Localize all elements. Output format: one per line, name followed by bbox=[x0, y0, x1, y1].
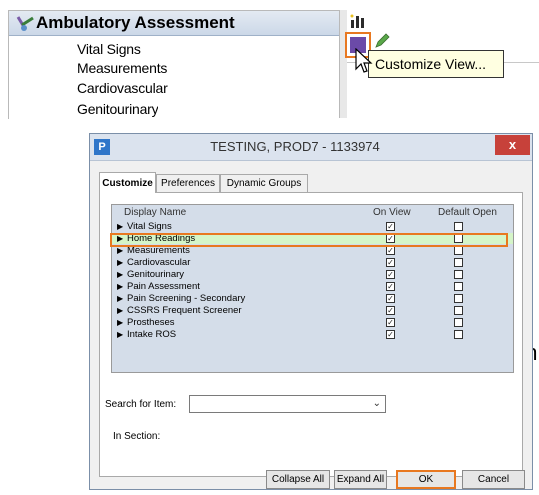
table-row[interactable]: ▶ Pain Assessment ✓ bbox=[112, 281, 513, 292]
default-open-checkbox[interactable] bbox=[454, 246, 463, 255]
pencil-icon[interactable] bbox=[374, 33, 390, 49]
expand-arrow-icon[interactable]: ▶ bbox=[117, 221, 123, 232]
collapse-all-button[interactable]: Collapse All bbox=[266, 470, 330, 489]
chart-icon[interactable] bbox=[350, 14, 366, 28]
on-view-checkbox[interactable]: ✓ bbox=[386, 222, 395, 231]
table-row[interactable]: ▶ Prostheses ✓ bbox=[112, 317, 513, 328]
table-row[interactable]: ▶ Cardiovascular ✓ bbox=[112, 257, 513, 268]
on-view-checkbox[interactable]: ✓ bbox=[386, 282, 395, 291]
column-header-default-open[interactable]: Default Open bbox=[438, 207, 497, 218]
on-view-checkbox[interactable]: ✓ bbox=[386, 246, 395, 255]
on-view-checkbox[interactable]: ✓ bbox=[386, 330, 395, 339]
tab-dynamic-groups[interactable]: Dynamic Groups bbox=[220, 174, 308, 192]
row-label: CSSRS Frequent Screener bbox=[127, 305, 242, 316]
on-view-checkbox[interactable]: ✓ bbox=[386, 258, 395, 267]
row-label: Cardiovascular bbox=[127, 257, 191, 268]
on-view-checkbox[interactable]: ✓ bbox=[386, 318, 395, 327]
search-label: Search for Item: bbox=[105, 399, 177, 410]
table-row[interactable]: ▶ Pain Screening - Secondary ✓ bbox=[112, 293, 513, 304]
expand-all-button[interactable]: Expand All bbox=[334, 470, 387, 489]
default-open-checkbox[interactable] bbox=[454, 222, 463, 231]
stethoscope-icon bbox=[16, 16, 34, 31]
dialog-titlebar[interactable]: P TESTING, PROD7 - 1133974 x bbox=[90, 134, 532, 161]
default-open-checkbox[interactable] bbox=[454, 270, 463, 279]
category-title: Ambulatory Assessment bbox=[36, 13, 235, 32]
dialog-title: TESTING, PROD7 - 1133974 bbox=[210, 139, 380, 154]
close-button[interactable]: x bbox=[495, 135, 530, 155]
expand-arrow-icon[interactable]: ▶ bbox=[117, 269, 123, 280]
table-row[interactable]: ▶ Intake ROS ✓ bbox=[112, 329, 513, 340]
expand-arrow-icon[interactable]: ▶ bbox=[117, 257, 123, 268]
ok-button[interactable]: OK bbox=[396, 470, 456, 489]
flowsheet-navigator: Ambulatory Assessment Vital Signs Measur… bbox=[8, 10, 340, 119]
row-label: Prostheses bbox=[127, 317, 175, 328]
flowsheet-panel: Ambulatory Assessment Vital Signs Measur… bbox=[0, 0, 539, 119]
customize-dialog: P TESTING, PROD7 - 1133974 x Customize P… bbox=[89, 133, 533, 490]
expand-arrow-icon[interactable]: ▶ bbox=[117, 317, 123, 328]
nav-item-cardiovascular[interactable]: Cardiovascular bbox=[77, 80, 168, 96]
highlight-outline bbox=[110, 233, 508, 247]
tab-customize[interactable]: Customize bbox=[99, 172, 156, 193]
nav-item-measurements[interactable]: Measurements bbox=[77, 60, 167, 76]
row-label: Intake ROS bbox=[127, 329, 177, 340]
chevron-down-icon[interactable]: ⌄ bbox=[373, 398, 381, 409]
column-header-on-view[interactable]: On View bbox=[373, 207, 411, 218]
default-open-checkbox[interactable] bbox=[454, 306, 463, 315]
on-view-checkbox[interactable]: ✓ bbox=[386, 270, 395, 279]
nav-item-genitourinary[interactable]: Genitourinary bbox=[77, 101, 158, 117]
row-label: Genitourinary bbox=[127, 269, 185, 280]
category-header[interactable]: Ambulatory Assessment bbox=[9, 11, 340, 36]
on-view-checkbox[interactable]: ✓ bbox=[386, 306, 395, 315]
nav-item-vital-signs[interactable]: Vital Signs bbox=[77, 41, 141, 57]
expand-arrow-icon[interactable]: ▶ bbox=[117, 305, 123, 316]
default-open-checkbox[interactable] bbox=[454, 294, 463, 303]
tab-preferences[interactable]: Preferences bbox=[156, 174, 220, 192]
table-row[interactable]: ▶ Vital Signs ✓ bbox=[112, 221, 513, 232]
default-open-checkbox[interactable] bbox=[454, 318, 463, 327]
expand-arrow-icon[interactable]: ▶ bbox=[117, 329, 123, 340]
customize-view-tooltip: Customize View... bbox=[368, 50, 504, 78]
mouse-cursor-icon bbox=[355, 48, 373, 73]
in-section-label: In Section: bbox=[113, 431, 161, 442]
row-label: Vital Signs bbox=[127, 221, 172, 232]
table-row[interactable]: ▶ Genitourinary ✓ bbox=[112, 269, 513, 280]
column-header-display-name[interactable]: Display Name bbox=[124, 207, 186, 218]
expand-arrow-icon[interactable]: ▶ bbox=[117, 281, 123, 292]
table-row[interactable]: ▶ CSSRS Frequent Screener ✓ bbox=[112, 305, 513, 316]
on-view-checkbox[interactable]: ✓ bbox=[386, 294, 395, 303]
row-label: Pain Assessment bbox=[127, 281, 200, 292]
default-open-checkbox[interactable] bbox=[454, 258, 463, 267]
search-combobox[interactable]: ⌄ bbox=[189, 395, 386, 413]
default-open-checkbox[interactable] bbox=[454, 330, 463, 339]
row-label: Pain Screening - Secondary bbox=[127, 293, 246, 304]
expand-arrow-icon[interactable]: ▶ bbox=[117, 293, 123, 304]
cancel-button[interactable]: Cancel bbox=[462, 470, 525, 489]
default-open-checkbox[interactable] bbox=[454, 282, 463, 291]
